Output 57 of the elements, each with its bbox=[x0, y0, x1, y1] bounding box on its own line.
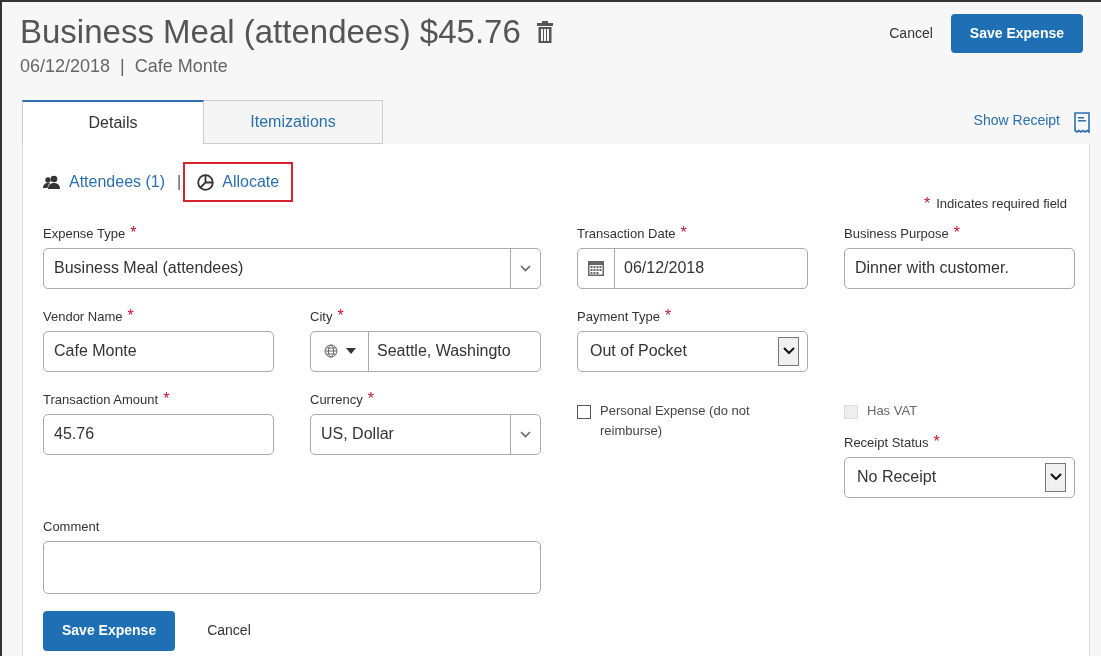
checkbox-label: Personal Expense (do not reimburse) bbox=[600, 401, 751, 440]
text-field[interactable]: 45.76 bbox=[43, 413, 274, 455]
field-label: Business Purpose bbox=[844, 225, 949, 241]
save-expense-button[interactable]: Save Expense bbox=[43, 610, 176, 651]
tab[interactable]: Itemizations bbox=[204, 100, 383, 144]
cancel-button[interactable]: Cancel bbox=[207, 620, 251, 641]
required-mark: * bbox=[664, 308, 672, 323]
dropdown-field[interactable]: No Receipt bbox=[844, 456, 1075, 498]
field-label: Currency bbox=[310, 391, 363, 407]
field-label: Payment Type bbox=[577, 308, 660, 324]
field-label: Transaction Date bbox=[577, 225, 676, 241]
select-field[interactable]: Business Meal (attendees) bbox=[43, 247, 541, 289]
link[interactable]: Allocate bbox=[222, 170, 280, 194]
text-field[interactable]: Dinner with customer. bbox=[844, 247, 1075, 289]
show-receipt-link[interactable]: Show Receipt bbox=[973, 110, 1060, 131]
receipt-icon[interactable] bbox=[1074, 112, 1090, 134]
checkbox-label: Has VAT bbox=[867, 401, 918, 420]
date-field[interactable]: 06/12/2018 bbox=[577, 247, 808, 289]
required-mark: * bbox=[163, 391, 170, 406]
field-label: Vendor Name bbox=[43, 308, 123, 324]
chevron-down-icon bbox=[520, 430, 531, 438]
link[interactable]: Attendees (1) bbox=[69, 170, 166, 194]
globe-icon[interactable] bbox=[323, 344, 338, 358]
pie-chart-icon bbox=[197, 173, 215, 191]
separator: | bbox=[120, 55, 125, 78]
field-label: Receipt Status bbox=[844, 434, 929, 450]
vendor-name: Cafe Monte bbox=[134, 55, 228, 78]
calendar-icon[interactable] bbox=[588, 260, 604, 276]
trash-icon[interactable] bbox=[536, 21, 553, 43]
field-label: Comment bbox=[43, 518, 100, 534]
field-label: Expense Type bbox=[43, 225, 126, 241]
expense-date: 06/12/2018 bbox=[20, 55, 111, 78]
people-icon bbox=[43, 175, 61, 189]
checkbox[interactable] bbox=[577, 404, 591, 419]
chevron-down-icon bbox=[520, 264, 531, 272]
required-mark: * bbox=[923, 196, 931, 211]
expense-title: Business Meal (attendees) $45.76 bbox=[20, 12, 521, 52]
cancel-button[interactable]: Cancel bbox=[889, 23, 933, 44]
required-mark: * bbox=[127, 308, 134, 323]
dropdown-field[interactable]: Out of Pocket bbox=[577, 330, 808, 372]
required-mark: * bbox=[337, 308, 344, 323]
separator: | bbox=[177, 172, 182, 192]
text-field[interactable]: Cafe Monte bbox=[43, 330, 274, 372]
required-mark: * bbox=[953, 225, 960, 240]
tab[interactable]: Details bbox=[22, 100, 204, 144]
city-field[interactable]: Seattle, Washingto bbox=[310, 330, 541, 372]
comment-field[interactable] bbox=[43, 540, 541, 594]
caret-icon[interactable] bbox=[345, 348, 356, 354]
save-expense-button[interactable]: Save Expense bbox=[950, 14, 1083, 53]
required-mark: * bbox=[680, 225, 687, 240]
select-field[interactable]: US, Dollar bbox=[310, 413, 541, 455]
required-mark: * bbox=[130, 225, 137, 240]
required-field-note: Indicates required field bbox=[936, 195, 1067, 213]
field-label: Transaction Amount bbox=[43, 391, 159, 407]
required-mark: * bbox=[367, 391, 374, 406]
required-mark: * bbox=[933, 434, 940, 449]
field-label: City bbox=[310, 308, 333, 324]
